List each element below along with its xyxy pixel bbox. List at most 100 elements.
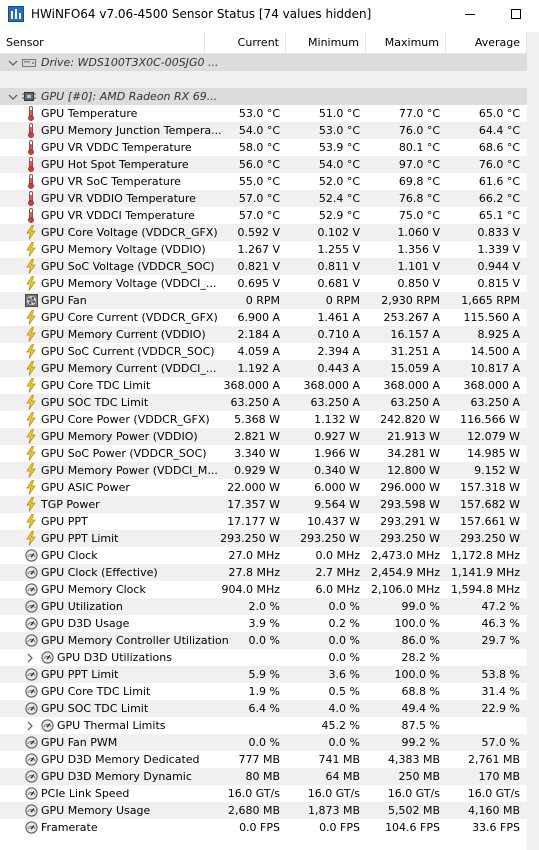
chevron-right-icon[interactable]	[24, 649, 36, 666]
bolt-icon	[24, 276, 38, 291]
sensor-value-max: 34.281 W	[387, 447, 440, 460]
column-header-current[interactable]: Current	[205, 32, 286, 53]
column-header-minimum[interactable]: Minimum	[286, 32, 366, 53]
column-header-average[interactable]: Average	[446, 32, 527, 53]
sensor-value-current: 55.0 °C	[238, 175, 280, 188]
sensor-name: TGP Power	[41, 498, 100, 511]
sensor-value-max: 76.8 °C	[398, 192, 440, 205]
column-header-sensor[interactable]: Sensor	[0, 32, 205, 53]
sensor-value-max: 0.850 V	[397, 277, 440, 290]
sensor-row[interactable]: GPU Memory Current (VDDIO) 2.184 A 0.710 A…	[0, 326, 527, 343]
sensor-value-current: 2.184 A	[237, 328, 280, 341]
sensor-value-avg: 68.6 °C	[478, 141, 520, 154]
sensor-value-avg: 76.0 °C	[478, 158, 520, 171]
sensor-row[interactable]: GPU PPT Limit 5.9 % 3.6 % 100.0 % 53.8 %	[0, 666, 527, 683]
sensor-row[interactable]: GPU SOC TDC Limit 6.4 % 4.0 % 49.4 % 22.9 %	[0, 700, 527, 717]
sensor-value-min: 45.2 %	[321, 719, 360, 732]
sensor-name: GPU VR VDDC Temperature	[41, 141, 192, 154]
sensor-group-row[interactable]: Drive: WDS100T3X0C-00SJG0 ...	[0, 54, 527, 71]
sensor-row[interactable]: GPU PPT 17.177 W 10.437 W 293.291 W 157.661 …	[0, 513, 527, 530]
sensor-row[interactable]: GPU Memory Voltage (VDDCI_... 0.695 V 0.68…	[0, 275, 527, 292]
sensor-value-avg: 16.0 GT/s	[467, 787, 520, 800]
sensor-value-max: 31.251 A	[390, 345, 440, 358]
maximize-icon	[511, 9, 521, 19]
sensor-row[interactable]: GPU Temperature 53.0 °C 51.0 °C 77.0 °C 65.0…	[0, 105, 527, 122]
sensor-row[interactable]: GPU SoC Current (VDDCR_SOC) 4.059 A 2.394 …	[0, 343, 527, 360]
sensor-value-min: 53.9 °C	[318, 141, 360, 154]
sensor-row[interactable]: GPU VR SoC Temperature 55.0 °C 52.0 °C 69.8…	[0, 173, 527, 190]
sensor-row[interactable]: Framerate 0.0 FPS 0.0 FPS 104.6 FPS 33.6 FPS	[0, 819, 527, 836]
sensor-value-current: 0 RPM	[245, 294, 280, 307]
sensor-value-current: 53.0 °C	[238, 107, 280, 120]
sensor-row[interactable]: GPU Core Current (VDDCR_GFX) 6.900 A 1.461…	[0, 309, 527, 326]
sensor-row[interactable]: GPU Memory Current (VDDCI_... 1.192 A 0.44…	[0, 360, 527, 377]
sensor-row[interactable]: PCIe Link Speed 16.0 GT/s 16.0 GT/s 16.0 GT…	[0, 785, 527, 802]
chevron-down-icon[interactable]	[7, 88, 19, 105]
sensor-value-current: 1.267 V	[237, 243, 280, 256]
sensor-row[interactable]: GPU Memory Usage 2,680 MB 1,873 MB 5,502 MB…	[0, 802, 527, 819]
sensor-value-min: 10.437 W	[307, 515, 360, 528]
sensor-value-min: 741 MB	[318, 753, 360, 766]
sensor-value-avg: 65.1 °C	[478, 209, 520, 222]
sensor-row[interactable]: GPU Core Voltage (VDDCR_GFX) 0.592 V 0.102…	[0, 224, 527, 241]
sensor-row[interactable]: GPU Memory Power (VDDCI_M... 0.929 W 0.340…	[0, 462, 527, 479]
sensor-name: GPU ASIC Power	[41, 481, 130, 494]
sensor-name: GPU Memory Usage	[41, 804, 151, 817]
sensor-row[interactable]: GPU SOC TDC Limit 63.250 A 63.250 A 63.250 …	[0, 394, 527, 411]
thermometer-icon	[24, 208, 38, 223]
sensor-value-avg: 1,665 RPM	[461, 294, 520, 307]
sensor-subgroup-row[interactable]: GPU Thermal Limits 45.2 % 87.5 %	[0, 717, 527, 734]
sensor-row[interactable]: GPU PPT Limit 293.250 W 293.250 W 293.250 W…	[0, 530, 527, 547]
sensor-name: Framerate	[41, 821, 98, 834]
bolt-icon	[24, 344, 38, 359]
sensor-row[interactable]: GPU D3D Memory Dedicated 777 MB 741 MB 4,38…	[0, 751, 527, 768]
sensor-row[interactable]: GPU Memory Controller Utilization 0.0 % 0.…	[0, 632, 527, 649]
sensor-row[interactable]: TGP Power 17.357 W 9.564 W 293.598 W 157.682…	[0, 496, 527, 513]
sensor-name: GPU Memory Current (VDDIO)	[41, 328, 206, 341]
sensor-row[interactable]: GPU Memory Clock 904.0 MHz 6.0 MHz 2,106.0 …	[0, 581, 527, 598]
sensor-row[interactable]: GPU Fan 0 RPM 0 RPM 2,930 RPM 1,665 RPM	[0, 292, 527, 309]
sensor-value-max: 16.0 GT/s	[387, 787, 440, 800]
sensor-value-min: 1.132 W	[314, 413, 360, 426]
gauge-icon	[40, 718, 54, 733]
sensor-row[interactable]: GPU Hot Spot Temperature 56.0 °C 54.0 °C 97…	[0, 156, 527, 173]
column-header-maximum[interactable]: Maximum	[366, 32, 446, 53]
sensor-group-row[interactable]: GPU [#0]: AMD Radeon RX 69...	[0, 88, 527, 105]
bolt-icon	[24, 327, 38, 342]
sensor-row[interactable]: GPU D3D Memory Dynamic 80 MB 64 MB 250 MB 17…	[0, 768, 527, 785]
sensor-value-max: 63.250 A	[390, 396, 440, 409]
sensor-row[interactable]: GPU Core TDC Limit 368.000 A 368.000 A 368.…	[0, 377, 527, 394]
sensor-row[interactable]: GPU Core TDC Limit 1.9 % 0.5 % 68.8 % 31.4 %	[0, 683, 527, 700]
chevron-down-icon[interactable]	[7, 54, 19, 71]
sensor-row[interactable]: GPU VR VDDCI Temperature 57.0 °C 52.9 °C 75…	[0, 207, 527, 224]
sensor-row[interactable]: GPU SoC Power (VDDCR_SOC) 3.340 W 1.966 W 3…	[0, 445, 527, 462]
sensor-value-avg: 53.8 %	[481, 668, 520, 681]
sensor-row[interactable]: GPU D3D Usage 3.9 % 0.2 % 100.0 % 46.3 %	[0, 615, 527, 632]
sensor-row[interactable]: GPU Core Power (VDDCR_GFX) 5.368 W 1.132 W…	[0, 411, 527, 428]
sensor-row[interactable]: GPU VR VDDIO Temperature 57.0 °C 52.4 °C 76…	[0, 190, 527, 207]
sensor-value-max: 80.1 °C	[398, 141, 440, 154]
sensor-row[interactable]: GPU Clock (Effective) 27.8 MHz 2.7 MHz 2,45…	[0, 564, 527, 581]
bolt-icon	[24, 310, 38, 325]
sensor-name: GPU Core TDC Limit	[41, 685, 151, 698]
thermometer-icon	[24, 123, 38, 138]
sensor-row[interactable]: GPU Utilization 2.0 % 0.0 % 99.0 % 47.2 %	[0, 598, 527, 615]
sensor-value-max: 4,383 MB	[387, 753, 440, 766]
sensor-row[interactable]: GPU Clock 27.0 MHz 0.0 MHz 2,473.0 MHz 1,172…	[0, 547, 527, 564]
chevron-right-icon[interactable]	[24, 717, 36, 734]
sensor-row[interactable]: GPU Fan PWM 0.0 % 0.0 % 99.2 % 57.0 %	[0, 734, 527, 751]
sensor-row[interactable]: GPU VR VDDC Temperature 58.0 °C 53.9 °C 80.…	[0, 139, 527, 156]
sensor-row[interactable]: GPU Memory Junction Tempera... 54.0 °C 53.…	[0, 122, 527, 139]
vertical-scrollbar[interactable]	[527, 32, 539, 850]
sensor-subgroup-row[interactable]: GPU D3D Utilizations 0.0 % 28.2 %	[0, 649, 527, 666]
maximize-button[interactable]	[493, 0, 539, 28]
title-bar[interactable]: HWiNFO64 v7.06-4500 Sensor Status [74 va…	[0, 0, 539, 28]
sensor-value-max: 28.2 %	[401, 651, 440, 664]
minimize-button[interactable]	[447, 0, 493, 28]
sensor-row[interactable]: GPU Memory Power (VDDIO) 2.821 W 0.927 W 21…	[0, 428, 527, 445]
sensor-row[interactable]: GPU Memory Voltage (VDDIO) 1.267 V 1.255 V…	[0, 241, 527, 258]
sensor-name: GPU Core TDC Limit	[41, 379, 151, 392]
sensor-row[interactable]: GPU ASIC Power 22.000 W 6.000 W 296.000 W 15…	[0, 479, 527, 496]
sensor-row[interactable]: GPU SoC Voltage (VDDCR_SOC) 0.821 V 0.811 …	[0, 258, 527, 275]
sensor-value-min: 0.710 A	[317, 328, 360, 341]
